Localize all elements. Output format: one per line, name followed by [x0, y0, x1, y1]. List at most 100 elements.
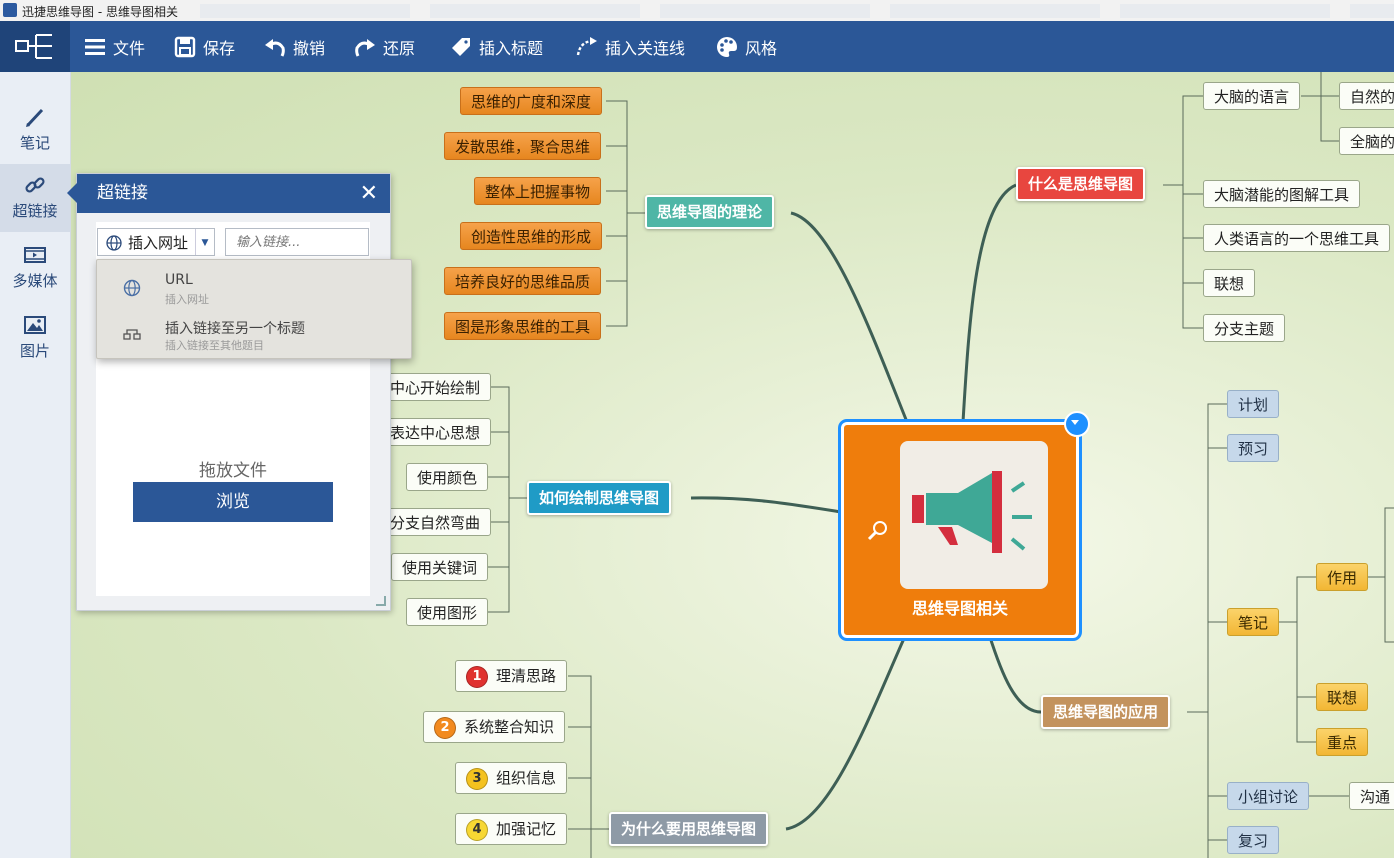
why-child-node[interactable]: 2 系统整合知识	[423, 711, 566, 743]
central-topic-label: 思维导图相关	[911, 599, 1008, 618]
theory-child-node[interactable]: 思维的广度和深度	[460, 87, 603, 115]
menu-item-subtitle: 插入网址	[165, 293, 209, 306]
url-input[interactable]	[225, 228, 369, 256]
menu-item-url[interactable]: URL 插入网址	[97, 264, 411, 310]
menu-item-topic-link[interactable]: 插入链接至另一个标题 插入链接至其他题目	[97, 310, 411, 356]
priority-1-icon: 1	[466, 665, 488, 688]
style-label: 风格	[745, 38, 778, 58]
topic-dropdown-button[interactable]	[1064, 411, 1090, 437]
apply-child-node[interactable]: 复习	[1227, 826, 1280, 854]
why-branch-node[interactable]: 为什么要用思维导图	[609, 812, 769, 846]
close-icon[interactable]: ✕	[360, 174, 378, 213]
menu-icon	[85, 38, 105, 55]
resize-handle[interactable]	[376, 596, 386, 606]
apply-branch-node[interactable]: 思维导图的应用	[1041, 695, 1171, 729]
chevron-down-icon[interactable]: ▼	[195, 229, 214, 255]
what-sub-node[interactable]: 全脑的	[1339, 127, 1394, 155]
image-icon	[24, 316, 46, 334]
undo-label: 撤销	[293, 38, 326, 58]
theory-child-node[interactable]: 培养良好的思维品质	[444, 267, 602, 295]
howto-child-node[interactable]: 使用图形	[406, 598, 489, 626]
browse-button[interactable]: 浏览	[133, 482, 333, 522]
sidebar-item-image[interactable]: 图片	[0, 304, 70, 372]
globe-icon	[123, 279, 141, 297]
howto-child-node[interactable]: 分支自然弯曲	[379, 508, 492, 536]
priority-2-icon: 2	[434, 716, 456, 739]
pencil-icon	[26, 108, 44, 127]
link-type-value: 插入网址	[128, 234, 189, 252]
theory-child-node[interactable]: 发散思维，聚合思维	[444, 132, 602, 160]
hyperlink-panel: 超链接 ✕ 插入网址 ▼ 拖放文件 浏览	[67, 173, 391, 611]
palette-icon	[717, 36, 737, 57]
why-child-label: 加强记忆	[496, 820, 557, 838]
apply-child-node[interactable]: 笔记	[1227, 608, 1280, 636]
menu-item-title: 插入链接至另一个标题	[165, 321, 305, 337]
tag-plus-icon	[452, 37, 470, 56]
sidebar-item-notes[interactable]: 笔记	[0, 96, 70, 164]
insert-relation-button[interactable]: 插入关连线	[576, 21, 685, 72]
why-child-label: 系统整合知识	[464, 718, 555, 736]
drop-files-text: 拖放文件	[199, 461, 267, 481]
why-child-node[interactable]: 1 理清思路	[455, 660, 568, 692]
what-branch-node[interactable]: 什么是思维导图	[1016, 167, 1146, 201]
priority-3-icon: 3	[466, 767, 488, 790]
theory-child-node[interactable]: 创造性思维的形成	[460, 222, 603, 250]
note-child-node[interactable]: 联想	[1316, 683, 1369, 711]
link-icon	[25, 177, 45, 193]
theory-branch-node[interactable]: 思维导图的理论	[645, 195, 775, 229]
link-type-select[interactable]: 插入网址 ▼	[97, 228, 215, 256]
note-child-node[interactable]: 重点	[1316, 728, 1369, 756]
app-icon	[3, 3, 17, 17]
redo-icon	[355, 38, 375, 57]
redo-button[interactable]: 还原	[354, 21, 415, 72]
discuss-child-node[interactable]: 沟通	[1349, 782, 1394, 810]
apply-child-node[interactable]: 预习	[1227, 434, 1280, 462]
window-title: 迅捷思维导图 - 思维导图相关	[22, 5, 178, 19]
central-topic-image	[900, 441, 1048, 589]
insert-topic-label: 插入标题	[479, 38, 544, 58]
topic-link-icon	[123, 329, 141, 340]
style-button[interactable]: 风格	[716, 21, 777, 72]
howto-child-node[interactable]: 使用关键词	[391, 553, 489, 581]
why-child-node[interactable]: 3 组织信息	[455, 762, 568, 794]
what-child-node[interactable]: 分支主题	[1203, 314, 1286, 342]
apply-child-node[interactable]: 计划	[1227, 390, 1280, 418]
howto-child-node[interactable]: 中心开始绘制	[379, 373, 492, 401]
sidebar-item-media[interactable]: 多媒体	[0, 234, 70, 302]
panel-title: 超链接	[97, 183, 148, 203]
save-button[interactable]: 保存	[174, 21, 235, 72]
what-child-node[interactable]: 大脑潜能的图解工具	[1203, 180, 1361, 208]
redo-label: 还原	[383, 38, 416, 58]
what-child-node[interactable]: 联想	[1203, 269, 1256, 297]
why-child-node[interactable]: 4 加强记忆	[455, 813, 568, 845]
relation-line-icon	[576, 36, 597, 55]
howto-child-node[interactable]: 表达中心思想	[379, 418, 492, 446]
sidebar-item-label: 超链接	[12, 202, 58, 220]
central-topic-node[interactable]: 思维导图相关	[838, 411, 1090, 641]
apply-child-node[interactable]: 小组讨论	[1227, 782, 1310, 810]
sidebar-item-label: 笔记	[19, 134, 50, 152]
chevron-down-icon	[1071, 420, 1079, 425]
insert-topic-button[interactable]: 插入标题	[450, 21, 543, 72]
sidebar-item-label: 多媒体	[12, 272, 58, 290]
sidebar-item-hyperlink[interactable]: 超链接	[0, 164, 70, 232]
save-icon	[174, 36, 196, 57]
panel-pointer	[67, 182, 78, 204]
what-child-node[interactable]: 大脑的语言	[1203, 82, 1301, 110]
megaphone-icon	[912, 471, 1032, 553]
undo-button[interactable]: 撤销	[264, 21, 325, 72]
insert-relation-label: 插入关连线	[605, 38, 686, 58]
howto-child-node[interactable]: 使用颜色	[406, 463, 489, 491]
zoom-icon[interactable]	[866, 519, 890, 543]
panel-header: 超链接 ✕	[67, 174, 390, 213]
what-child-node[interactable]: 人类语言的一个思维工具	[1203, 224, 1391, 252]
howto-branch-node[interactable]: 如何绘制思维导图	[527, 481, 672, 515]
app-logo[interactable]	[0, 21, 70, 72]
file-label: 文件	[113, 38, 146, 58]
note-child-node[interactable]: 作用	[1316, 563, 1369, 591]
what-sub-node[interactable]: 自然的	[1339, 82, 1394, 110]
why-child-label: 理清思路	[496, 667, 557, 685]
theory-child-node[interactable]: 整体上把握事物	[474, 177, 602, 205]
theory-child-node[interactable]: 图是形象思维的工具	[444, 312, 602, 340]
file-button[interactable]: 文件	[84, 21, 145, 72]
